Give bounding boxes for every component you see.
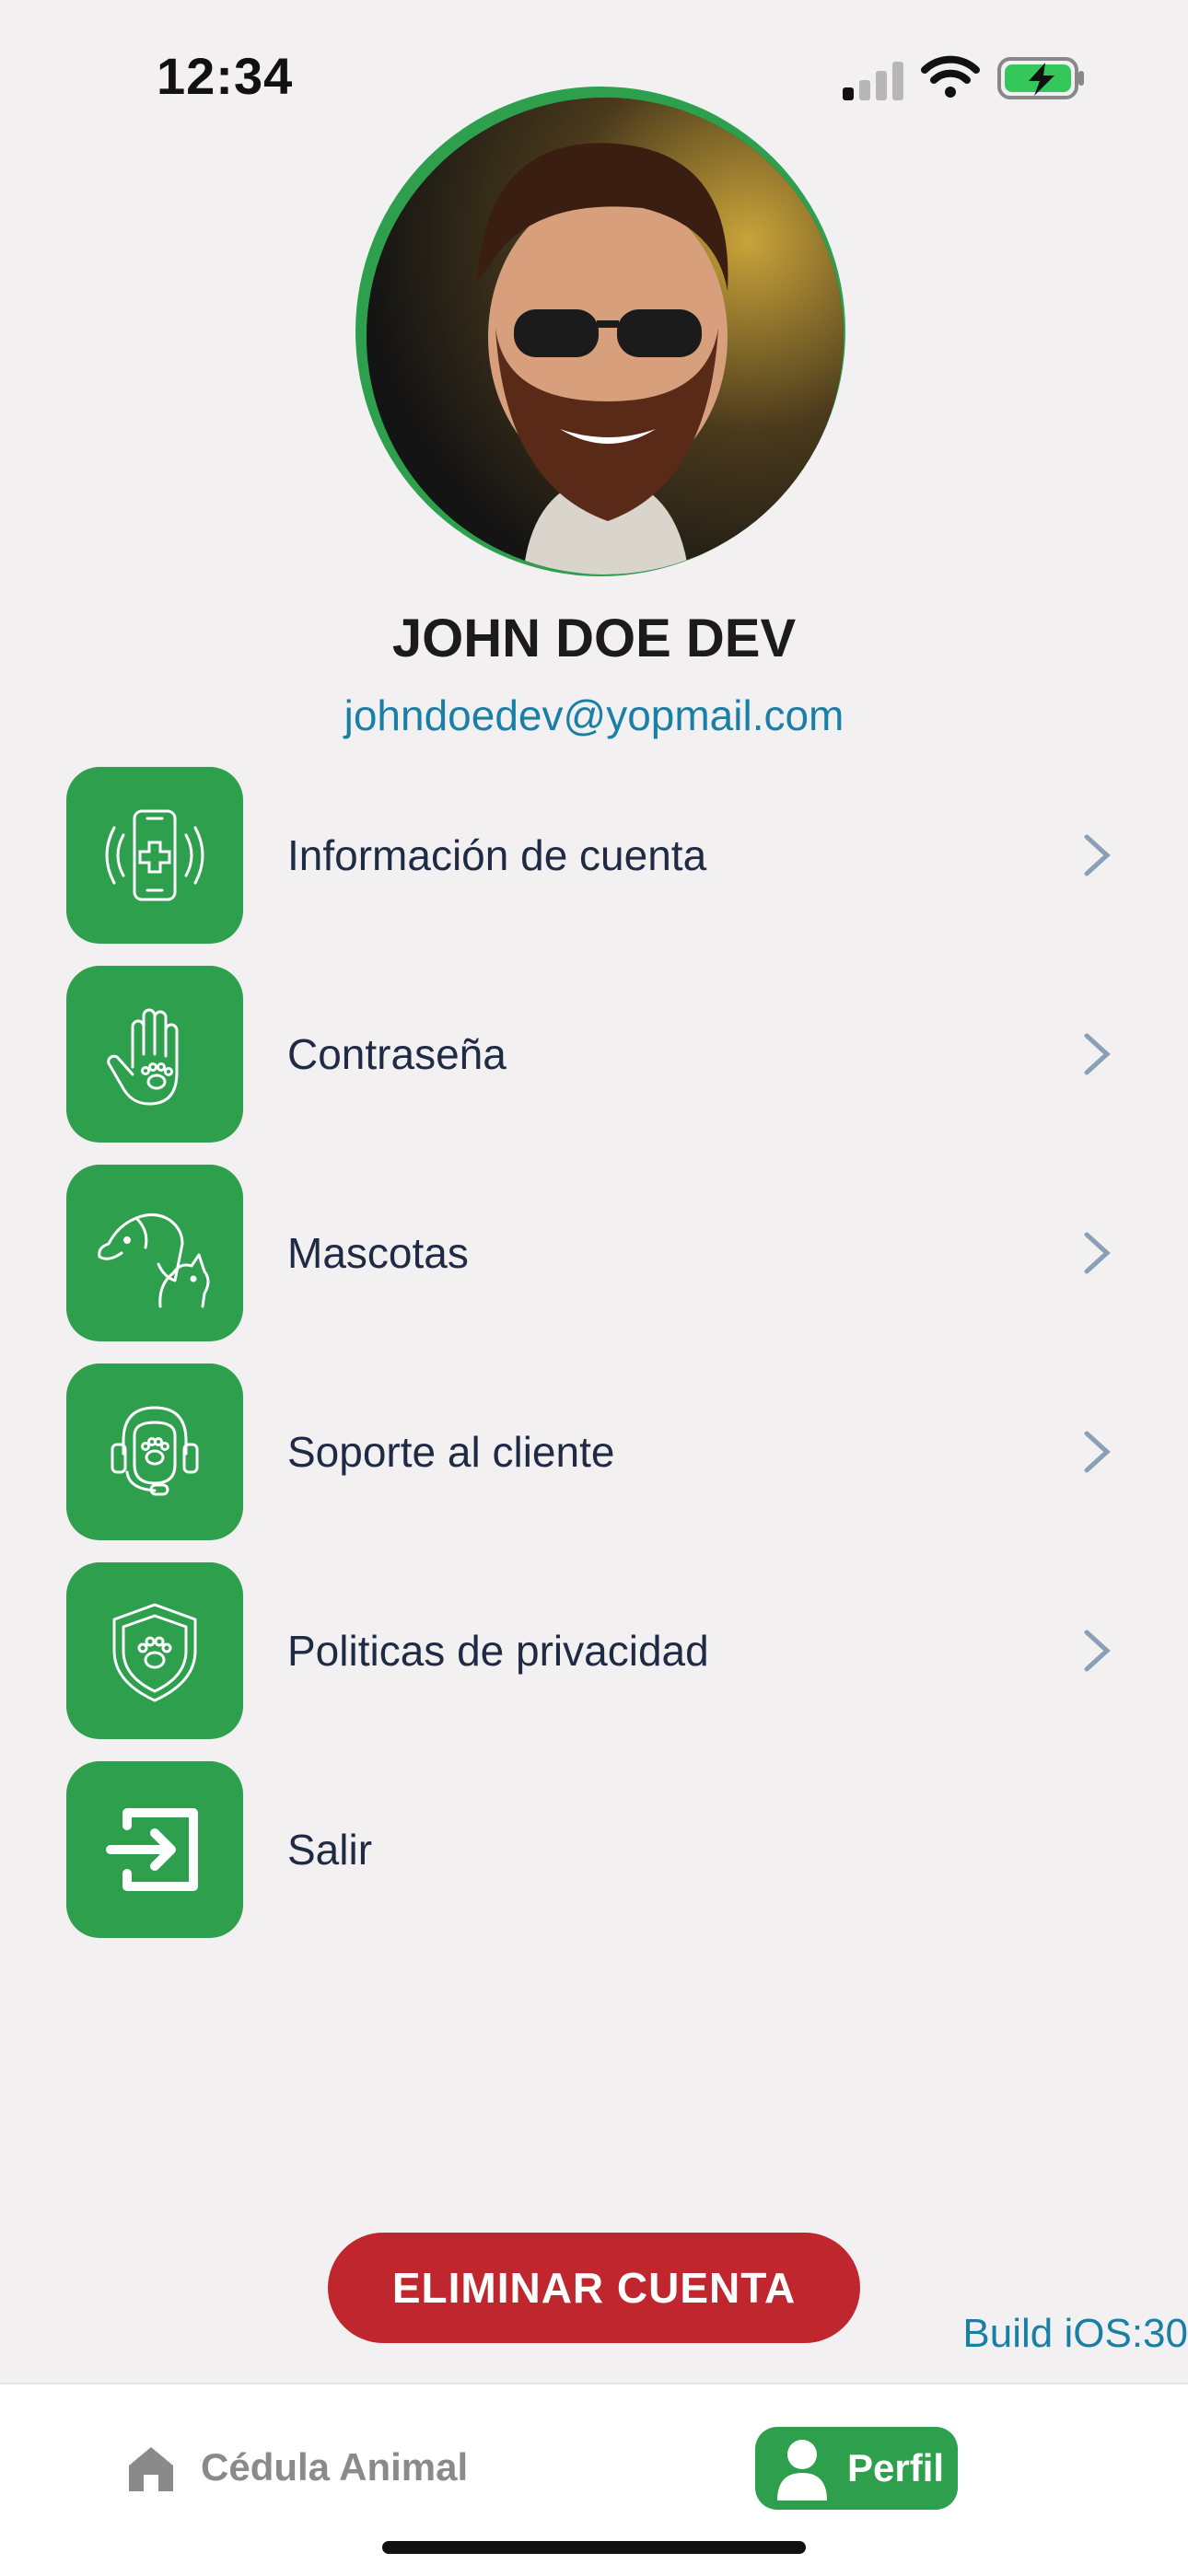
menu-item-label: Soporte al cliente [287,1428,615,1476]
tab-cedula-animal[interactable]: Cédula Animal [201,2445,468,2489]
menu-item-account-info[interactable]: Información de cuenta [66,767,1124,944]
menu-item-support[interactable]: Soporte al cliente [66,1363,1124,1540]
tab-perfil[interactable]: Perfil [755,2427,958,2510]
avatar[interactable] [367,98,844,574]
menu-item-privacy[interactable]: Politicas de privacidad [66,1562,1124,1739]
delete-account-button[interactable]: ELIMINAR CUENTA [328,2233,860,2343]
phone-medical-icon [66,767,243,944]
menu-item-label: Contraseña [287,1030,507,1078]
home-indicator [382,2541,806,2554]
battery-charging-icon [997,57,1084,99]
hand-paw-icon [66,966,243,1143]
chevron-right-icon [1084,1431,1111,1473]
tab-perfil-label: Perfil [847,2446,945,2489]
user-email: johndoedev@yopmail.com [344,691,844,739]
chevron-right-icon [1084,1033,1111,1075]
user-icon [777,2440,827,2501]
menu-item-label: Mascotas [287,1229,469,1277]
chevron-right-icon [1084,834,1111,876]
wifi-icon [921,55,980,98]
menu-item-password[interactable]: Contraseña [66,966,1124,1143]
build-version-label: Build iOS:30 [962,2311,1188,2356]
status-time: 12:34 [157,47,294,105]
menu-item-label: Politicas de privacidad [287,1627,709,1675]
chevron-right-icon [1084,1630,1111,1672]
headset-paw-icon [66,1363,243,1540]
home-icon [129,2447,173,2491]
logout-icon [66,1761,243,1938]
chevron-right-icon [1084,1232,1111,1274]
cellular-signal-icon [843,60,907,100]
user-name: JOHN DOE DEV [391,609,797,668]
menu-item-logout[interactable]: Salir [66,1761,1124,1938]
menu-item-pets[interactable]: Mascotas [66,1165,1124,1341]
dog-cat-icon [66,1165,243,1341]
shield-paw-icon [66,1562,243,1739]
menu-item-label: Salir [287,1826,373,1874]
menu-item-label: Información de cuenta [287,831,707,879]
